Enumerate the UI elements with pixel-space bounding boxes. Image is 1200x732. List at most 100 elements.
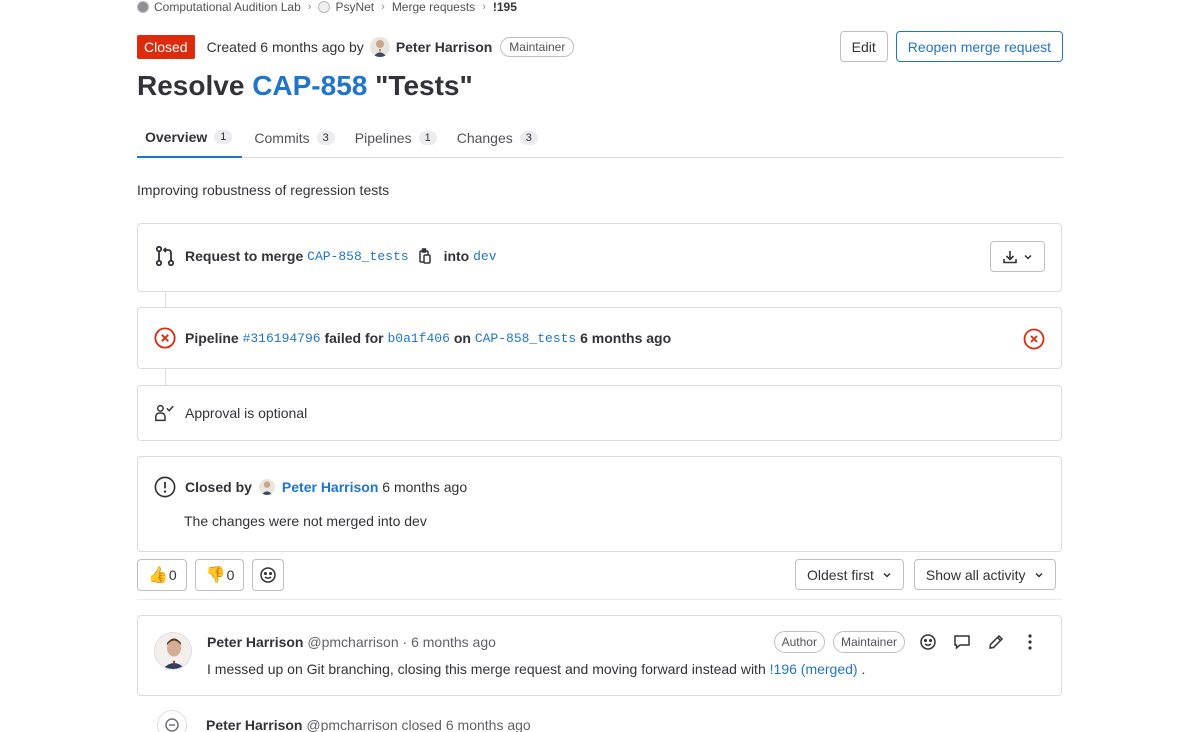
closed-row: Closed by Peter Harrison 6 months ago — [154, 476, 467, 498]
note-author[interactable]: Peter Harrison — [207, 634, 303, 650]
award-emoji-bar: 👍 0 👎 0 — [137, 559, 285, 591]
more-actions-icon[interactable] — [1019, 631, 1041, 653]
breadcrumb: Computational Audition Lab › PsyNet › Me… — [137, 0, 517, 14]
created-text: Created 6 months ago by — [206, 39, 364, 55]
target-branch[interactable]: dev — [473, 249, 496, 264]
closed-time: 6 months ago — [382, 479, 468, 495]
status-failed-icon[interactable] — [154, 327, 176, 349]
download-dropdown-button[interactable] — [990, 241, 1045, 272]
closed-widget: Closed by Peter Harrison 6 months ago Th… — [137, 456, 1062, 552]
thumbs-down-button[interactable]: 👎 0 — [194, 559, 245, 591]
page-title: Resolve CAP-858 "Tests" — [137, 70, 473, 102]
tab-label: Commits — [254, 129, 310, 146]
add-reaction-button[interactable] — [252, 559, 285, 591]
sort-order-dropdown[interactable]: Oldest first — [795, 559, 904, 590]
note-dot: · — [402, 634, 408, 650]
reply-icon[interactable] — [951, 631, 973, 653]
chevron-down-icon — [883, 572, 891, 578]
edit-icon[interactable] — [985, 631, 1007, 653]
avatar[interactable] — [369, 37, 390, 57]
reopen-button[interactable]: Reopen merge request — [895, 31, 1063, 62]
comment-note: Peter Harrison @pmcharrison · 6 months a… — [137, 615, 1062, 696]
pipeline-id-link[interactable]: #316194796 — [243, 331, 321, 346]
sort-order-label: Oldest first — [807, 566, 874, 583]
created-info: Created 6 months ago by Peter Harrison M… — [207, 37, 575, 57]
pipeline-branch-link[interactable]: CAP-858_tests — [475, 331, 576, 346]
title-issue-link[interactable]: CAP-858 — [252, 70, 367, 101]
closed-message: The changes were not merged into dev — [184, 513, 427, 529]
note-header: Peter Harrison @pmcharrison · 6 months a… — [207, 634, 496, 650]
note-handle[interactable]: @pmcharrison — [307, 634, 398, 650]
tab-label: Changes — [456, 129, 513, 146]
pipeline-row: Pipeline #316194796 failed for b0a1f406 … — [154, 327, 671, 349]
breadcrumb-project-label[interactable]: PsyNet — [335, 0, 374, 14]
author-name[interactable]: Peter Harrison — [396, 39, 492, 55]
note-mr-link[interactable]: !196 (merged) — [770, 661, 858, 677]
edit-button[interactable]: Edit — [839, 31, 888, 62]
on-text: on — [453, 330, 471, 346]
role-badge: Maintainer — [500, 37, 575, 57]
title-suffix: "Tests" — [375, 70, 473, 101]
system-note-author[interactable]: Peter Harrison — [206, 717, 302, 732]
tab-changes[interactable]: Changes 3 — [449, 118, 546, 157]
tab-pipelines[interactable]: Pipelines 1 — [347, 118, 445, 157]
tab-commits[interactable]: Commits 3 — [246, 118, 342, 157]
divider — [137, 599, 1062, 600]
approval-row: Approval is optional — [154, 402, 307, 424]
system-note-text: Peter Harrison @pmcharrison closed 6 mon… — [206, 717, 531, 732]
header-actions: Edit Reopen merge request — [839, 31, 1063, 62]
thumbs-up-icon: 👍 — [148, 567, 168, 584]
breadcrumb-project[interactable]: PsyNet — [318, 0, 374, 14]
note-body-end: . — [861, 661, 866, 677]
tab-overview[interactable]: Overview 1 — [137, 118, 243, 158]
merge-request-widget: Request to merge CAP-858_tests into dev — [137, 223, 1062, 292]
tab-count: 3 — [519, 130, 538, 145]
add-reaction-icon[interactable] — [917, 631, 939, 653]
activity-filter-dropdown[interactable]: Show all activity — [913, 559, 1056, 590]
discussion-filters: Oldest first Show all activity — [795, 559, 1056, 590]
tab-label: Pipelines — [354, 129, 412, 146]
mr-description: Improving robustness of regression tests — [137, 182, 390, 198]
note-body: I messed up on Git branching, closing th… — [207, 661, 865, 677]
pipeline-time: 6 months ago — [580, 330, 672, 346]
copy-icon[interactable] — [418, 248, 432, 264]
avatar[interactable] — [154, 632, 192, 670]
thumbs-down-count: 0 — [226, 567, 235, 583]
tab-count: 3 — [316, 130, 335, 145]
widget-connector — [165, 292, 166, 307]
chevron-right-icon: › — [482, 1, 486, 13]
widget-connector — [165, 369, 166, 385]
activity-filter-label: Show all activity — [925, 566, 1026, 583]
pipeline-stage-failed-icon[interactable] — [1023, 328, 1045, 353]
breadcrumb-group-label[interactable]: Computational Audition Lab — [154, 0, 301, 14]
commit-link[interactable]: b0a1f406 — [388, 331, 450, 346]
note-time[interactable]: 6 months ago — [411, 634, 496, 650]
role-badge: Maintainer — [832, 631, 905, 653]
approval-text: Approval is optional — [185, 405, 308, 421]
download-icon — [1003, 250, 1017, 263]
source-branch[interactable]: CAP-858_tests — [307, 249, 408, 264]
smiley-icon — [260, 567, 277, 583]
tab-count: 1 — [418, 130, 437, 145]
tab-label: Overview — [145, 129, 208, 145]
breadcrumb-current[interactable]: !195 — [493, 0, 517, 14]
chevron-down-icon — [1034, 572, 1043, 578]
merge-info-row: Request to merge CAP-858_tests into dev — [154, 245, 497, 267]
thumbs-up-button[interactable]: 👍 0 — [137, 559, 187, 591]
note-actions: Author Maintainer — [773, 631, 1041, 653]
chevron-right-icon: › — [381, 1, 385, 13]
pipeline-widget: Pipeline #316194796 failed for b0a1f406 … — [137, 307, 1062, 369]
breadcrumb-group[interactable]: Computational Audition Lab — [137, 0, 301, 14]
closed-by-author[interactable]: Peter Harrison — [282, 479, 378, 495]
system-note-action: @pmcharrison closed 6 months ago — [306, 717, 531, 732]
status-badge: Closed — [137, 35, 195, 59]
approval-icon — [154, 402, 176, 424]
approval-widget: Approval is optional — [137, 385, 1062, 441]
system-note: Peter Harrison @pmcharrison closed 6 mon… — [157, 710, 1057, 732]
project-avatar — [318, 1, 331, 13]
breadcrumb-section[interactable]: Merge requests — [392, 0, 475, 14]
title-prefix: Resolve — [137, 70, 245, 101]
thumbs-up-count: 0 — [168, 567, 177, 583]
avatar[interactable] — [258, 479, 275, 495]
warning-icon — [154, 476, 176, 498]
